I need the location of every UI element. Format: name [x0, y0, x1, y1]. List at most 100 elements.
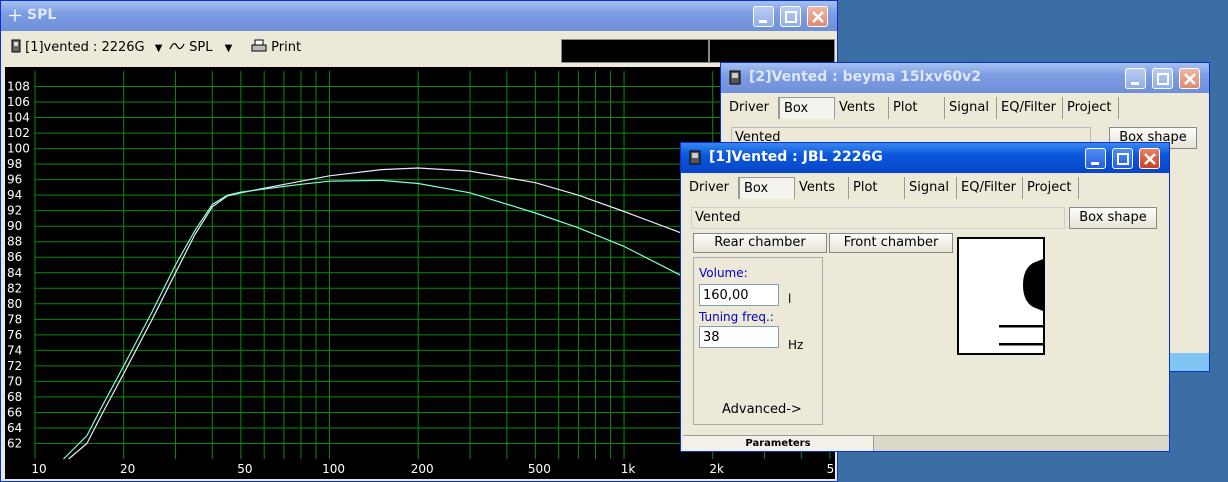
y-tick-label: 106: [7, 95, 30, 109]
tab-driver[interactable]: Driver: [685, 177, 739, 199]
speaker-icon: [11, 39, 21, 53]
close-button[interactable]: [807, 6, 828, 27]
y-tick-label: 82: [7, 281, 22, 295]
curve-select-value: SPL: [189, 40, 213, 55]
dialog-jbl-statusbar: Parameters: [683, 435, 1169, 451]
y-tick-label: 94: [7, 188, 22, 202]
y-tick-label: 100: [7, 142, 30, 156]
x-tick-label: 5k: [827, 462, 835, 476]
y-tick-label: 104: [7, 111, 30, 125]
minimize-button[interactable]: [753, 6, 774, 27]
close-button[interactable]: [1179, 68, 1200, 89]
x-tick-label: 100: [322, 462, 345, 476]
chevron-down-icon: ▼: [154, 43, 163, 54]
y-tick-label: 108: [7, 80, 30, 94]
volume-unit: l: [788, 292, 792, 306]
close-icon: [812, 11, 824, 23]
box-diagram: [957, 237, 1045, 355]
tab-signal[interactable]: Signal: [945, 97, 997, 119]
box-type-field: Vented: [691, 207, 1065, 229]
y-tick-label: 62: [7, 436, 22, 450]
x-tick-label: 200: [411, 462, 434, 476]
tab-vents[interactable]: Vents: [795, 177, 849, 199]
dialog-beyma-tabs: Driver Box Vents Plot Signal EQ/Filter P…: [725, 97, 1205, 119]
tab-project[interactable]: Project: [1063, 97, 1119, 119]
driver-select-value: [1]vented : 2226G: [25, 40, 145, 55]
y-tick-label: 74: [7, 343, 22, 357]
y-tick-label: 92: [7, 204, 22, 218]
spl-window-title: SPL: [27, 7, 57, 23]
y-tick-label: 64: [7, 421, 22, 435]
box-shape-button[interactable]: Box shape: [1069, 207, 1157, 229]
y-tick-label: 102: [7, 126, 30, 140]
driver-select[interactable]: [1]vented : 2226G ▼: [11, 38, 162, 58]
curve-select[interactable]: SPL ▼: [169, 38, 232, 58]
minimize-icon: [1131, 82, 1139, 85]
printer-icon: [251, 39, 267, 52]
front-chamber-button[interactable]: Front chamber: [829, 233, 953, 253]
tab-project[interactable]: Project: [1023, 177, 1079, 199]
tab-box[interactable]: Box: [739, 177, 795, 199]
tuning-freq-unit: Hz: [788, 338, 804, 352]
tab-box[interactable]: Box: [779, 97, 835, 119]
volume-input[interactable]: [699, 284, 779, 306]
minimize-button[interactable]: [1125, 68, 1146, 89]
y-tick-label: 80: [7, 297, 22, 311]
dialog-jbl-tabs: Driver Box Vents Plot Signal EQ/Filter P…: [685, 177, 1165, 199]
minimize-icon: [1091, 162, 1099, 165]
y-tick-label: 88: [7, 235, 22, 249]
tuning-freq-label: Tuning freq.:: [699, 310, 774, 324]
readout-box-2: [709, 39, 835, 63]
y-tick-label: 70: [7, 374, 22, 388]
print-button[interactable]: Print: [251, 38, 301, 58]
wave-icon: [169, 43, 185, 50]
maximize-button[interactable]: [1112, 148, 1133, 169]
close-button[interactable]: [1139, 148, 1160, 169]
tab-eq-filter[interactable]: EQ/Filter: [957, 177, 1023, 199]
readout-box-1: [561, 39, 709, 63]
tab-driver[interactable]: Driver: [725, 97, 779, 119]
x-tick-label: 10: [31, 462, 46, 476]
minimize-icon: [759, 20, 767, 23]
maximize-button[interactable]: [1152, 68, 1173, 89]
maximize-icon: [1157, 73, 1169, 85]
y-tick-label: 72: [7, 359, 22, 373]
y-tick-label: 68: [7, 390, 22, 404]
y-tick-label: 90: [7, 219, 22, 233]
y-tick-label: 96: [7, 173, 22, 187]
tab-plot[interactable]: Plot: [889, 97, 945, 119]
advanced-button[interactable]: Advanced->: [722, 402, 802, 417]
dialog-jbl: [1]Vented : JBL 2226G Driver Box Vents P…: [680, 142, 1170, 452]
tab-eq-filter[interactable]: EQ/Filter: [997, 97, 1063, 119]
y-tick-label: 76: [7, 328, 22, 342]
dialog-jbl-title: [1]Vented : JBL 2226G: [709, 149, 883, 165]
tuning-freq-input[interactable]: [699, 326, 779, 348]
dialog-jbl-titlebar[interactable]: [1]Vented : JBL 2226G: [681, 143, 1169, 173]
parameters-groupbox: Volume: l Tuning freq.: Hz Advanced->: [693, 257, 823, 425]
maximize-icon: [785, 11, 797, 23]
print-label: Print: [271, 40, 302, 55]
close-icon: [1184, 73, 1196, 85]
crosshair-icon: [9, 9, 21, 22]
chevron-down-icon: ▼: [224, 43, 233, 54]
speaker-icon: [689, 150, 701, 165]
tab-vents[interactable]: Vents: [835, 97, 889, 119]
rear-chamber-button[interactable]: Rear chamber: [693, 233, 827, 253]
dialog-beyma-titlebar[interactable]: [2]Vented : beyma 15lxv60v2: [721, 63, 1209, 93]
maximize-button[interactable]: [780, 6, 801, 27]
tab-plot[interactable]: Plot: [849, 177, 905, 199]
y-tick-label: 78: [7, 312, 22, 326]
speaker-icon: [729, 70, 741, 85]
dialog-beyma-title: [2]Vented : beyma 15lxv60v2: [749, 69, 981, 85]
tab-signal[interactable]: Signal: [905, 177, 957, 199]
box-shape-diagram: [999, 259, 1043, 346]
y-tick-label: 84: [7, 266, 22, 280]
minimize-button[interactable]: [1085, 148, 1106, 169]
spl-titlebar[interactable]: SPL: [1, 1, 837, 31]
volume-label: Volume:: [699, 266, 748, 280]
parameters-tab[interactable]: Parameters: [683, 436, 874, 451]
x-tick-label: 50: [237, 462, 252, 476]
y-tick-label: 66: [7, 405, 22, 419]
y-tick-label: 98: [7, 157, 22, 171]
x-tick-label: 2k: [709, 462, 724, 476]
